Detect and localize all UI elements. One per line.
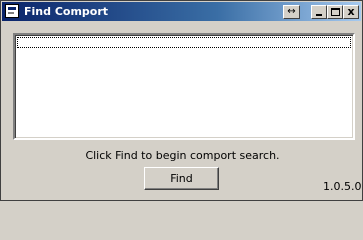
resize-arrows-icon: ↔ (287, 6, 296, 17)
app-window-icon[interactable] (5, 4, 19, 18)
version-label: 1.0.5.0 (323, 180, 362, 193)
close-button[interactable]: x (343, 5, 359, 19)
list-focus-row[interactable] (17, 37, 351, 48)
title-bar[interactable]: Find Comport ↔ x (2, 2, 361, 21)
minimize-button[interactable] (311, 5, 327, 19)
minimize-icon (316, 14, 322, 16)
find-comport-window: Find Comport ↔ x Click Find to begin com… (0, 0, 363, 201)
resize-arrows-button[interactable]: ↔ (283, 5, 300, 19)
find-button[interactable]: Find (144, 167, 219, 190)
close-icon: x (347, 5, 355, 18)
maximize-icon (331, 8, 340, 16)
maximize-button[interactable] (327, 5, 343, 19)
window-title: Find Comport (24, 5, 109, 18)
comport-list[interactable] (13, 33, 355, 140)
status-text: Click Find to begin comport search. (85, 149, 280, 162)
